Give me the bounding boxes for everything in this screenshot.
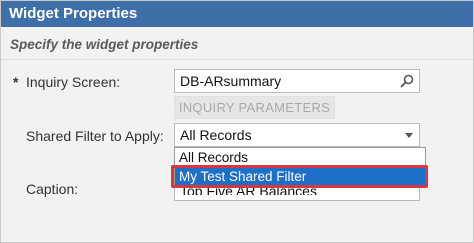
search-icon[interactable]	[399, 73, 415, 89]
inquiry-screen-value: DB-ARsummary	[180, 73, 282, 89]
widget-properties-dialog: Widget Properties Specify the widget pro…	[0, 0, 474, 243]
shared-filter-dropdown: All Records My Test Shared Filter	[174, 147, 426, 187]
caption-value: Top Five AR Balances	[180, 187, 317, 195]
chevron-down-icon[interactable]	[405, 133, 413, 138]
required-marker: *	[13, 74, 19, 90]
shared-filter-value: All Records	[180, 127, 252, 143]
dropdown-option-selected[interactable]: My Test Shared Filter	[175, 168, 425, 186]
header-divider	[1, 59, 473, 60]
dropdown-option[interactable]: All Records	[175, 149, 425, 167]
shared-filter-select[interactable]: All Records	[174, 123, 420, 147]
shared-filter-label: Shared Filter to Apply:	[26, 128, 164, 144]
inquiry-screen-label: Inquiry Screen:	[26, 74, 121, 90]
inquiry-screen-field[interactable]: DB-ARsummary	[174, 69, 420, 93]
dialog-title: Widget Properties	[1, 1, 473, 27]
caption-label: Caption:	[26, 181, 79, 197]
dialog-subtitle: Specify the widget properties	[10, 37, 199, 52]
inquiry-parameters-button[interactable]: INQUIRY PARAMETERS	[174, 96, 335, 119]
